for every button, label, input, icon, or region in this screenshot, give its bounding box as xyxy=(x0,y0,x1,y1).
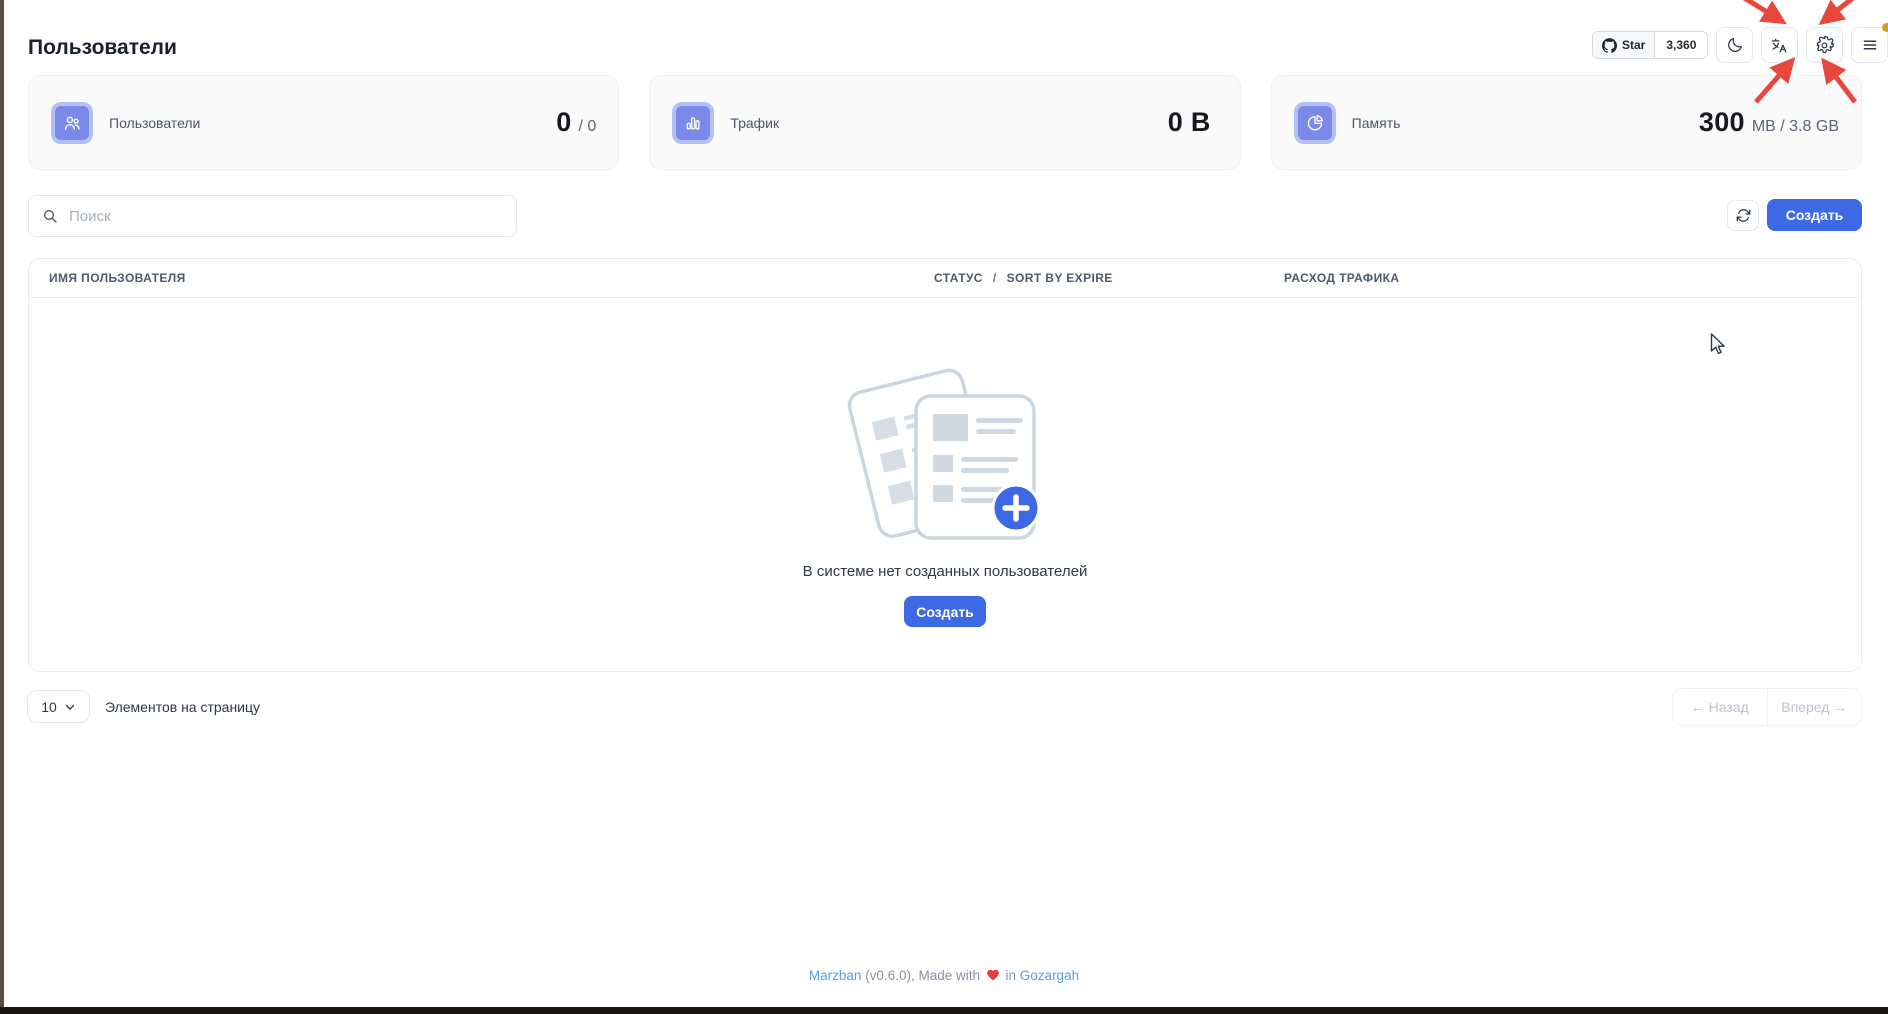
header-divider: / xyxy=(993,271,997,285)
header-actions: Star 3,360 xyxy=(1592,27,1888,63)
footer-version-text: (v0.6.0), Made with xyxy=(865,968,980,983)
column-header-traffic[interactable]: РАСХОД ТРАФИКА xyxy=(1284,271,1861,285)
chevron-down-icon xyxy=(64,701,76,713)
pagination-controls: ← Назад Вперед → xyxy=(1672,688,1862,726)
stat-value-main: 300 xyxy=(1699,107,1745,138)
heart-icon xyxy=(986,968,1000,982)
menu-button[interactable] xyxy=(1851,27,1888,63)
search-input[interactable] xyxy=(67,207,503,226)
page-size-value: 10 xyxy=(41,699,57,715)
search-icon xyxy=(42,208,58,224)
stat-icon-box xyxy=(1294,102,1336,144)
stats-row: Пользователи 0 / 0 Трафик 0 B Память 300 xyxy=(28,75,1862,170)
status-sort-label[interactable]: СТАТУС xyxy=(934,271,983,285)
column-header-username[interactable]: ИМЯ ПОЛЬЗОВАТЕЛЯ xyxy=(29,271,934,285)
github-star-label: Star xyxy=(1622,38,1645,52)
github-star-button[interactable]: Star 3,360 xyxy=(1592,31,1708,59)
next-button[interactable]: Вперед → xyxy=(1768,689,1862,725)
github-star-count: 3,360 xyxy=(1666,38,1696,52)
github-icon xyxy=(1602,38,1617,53)
table-header-row: ИМЯ ПОЛЬЗОВАТЕЛЯ СТАТУС / SORT BY EXPIRE Р… xyxy=(29,259,1861,298)
expire-sort-label[interactable]: SORT BY EXPIRE xyxy=(1007,271,1113,285)
memory-icon xyxy=(1305,113,1325,133)
refresh-icon xyxy=(1736,208,1751,223)
empty-illustration xyxy=(843,350,1048,540)
stat-value-main: 0 B xyxy=(1168,107,1211,138)
language-button[interactable] xyxy=(1761,27,1798,63)
left-edge-bar xyxy=(0,0,4,1014)
stat-icon-box xyxy=(672,102,714,144)
stat-value: 300 MB / 3.8 GB xyxy=(1699,107,1839,138)
gear-icon xyxy=(1815,36,1834,55)
stat-label: Трафик xyxy=(730,115,779,131)
empty-create-button[interactable]: Создать xyxy=(904,596,986,627)
dark-mode-button[interactable] xyxy=(1716,27,1753,63)
notification-dot xyxy=(1882,23,1888,32)
footer-link-gozargah[interactable]: Gozargah xyxy=(1020,968,1079,983)
page-size-select[interactable]: 10 xyxy=(27,690,90,723)
prev-button[interactable]: ← Назад xyxy=(1673,689,1768,725)
create-button[interactable]: Создать xyxy=(1767,199,1862,231)
stat-card-traffic: Трафик 0 B xyxy=(649,75,1240,170)
users-icon xyxy=(62,113,82,133)
menu-icon xyxy=(1861,36,1879,54)
users-table: ИМЯ ПОЛЬЗОВАТЕЛЯ СТАТУС / SORT BY EXPIRE Р… xyxy=(28,258,1862,672)
moon-icon xyxy=(1726,36,1744,54)
github-star-segment[interactable]: Star xyxy=(1593,32,1655,58)
empty-message: В системе нет созданных пользователей xyxy=(803,563,1088,580)
footer-in-text: in xyxy=(1006,968,1017,983)
footer: Marzban (v0.6.0), Made with in Gozargah xyxy=(0,968,1888,983)
search-box xyxy=(28,195,517,237)
stat-label: Пользователи xyxy=(109,115,200,131)
page-title: Пользователи xyxy=(28,36,177,60)
stat-icon-box xyxy=(51,102,93,144)
stat-value-suffix: MB / 3.8 GB xyxy=(1752,118,1839,136)
page-size-label: Элементов на страницу xyxy=(105,699,260,715)
column-header-status[interactable]: СТАТУС / SORT BY EXPIRE xyxy=(934,271,1284,285)
table-empty-state: В системе нет созданных пользователей Со… xyxy=(29,298,1861,627)
stat-label: Память xyxy=(1352,115,1401,131)
github-star-count-segment[interactable]: 3,360 xyxy=(1655,36,1707,54)
traffic-icon xyxy=(683,113,703,133)
refresh-button[interactable] xyxy=(1727,200,1759,231)
translate-icon xyxy=(1770,36,1789,55)
stat-card-memory: Память 300 MB / 3.8 GB xyxy=(1271,75,1862,170)
stat-value: 0 B xyxy=(1168,107,1218,138)
add-circle-icon xyxy=(993,485,1039,531)
stat-card-users: Пользователи 0 / 0 xyxy=(28,75,619,170)
stat-value-main: 0 xyxy=(556,107,571,138)
stat-value-suffix: / 0 xyxy=(579,118,597,136)
stat-value: 0 / 0 xyxy=(556,107,596,138)
settings-button[interactable] xyxy=(1806,27,1843,63)
bottom-edge-bar xyxy=(0,1007,1888,1014)
app-window: Пользователи Star 3,360 xyxy=(0,0,1888,1014)
footer-link-marzban[interactable]: Marzban xyxy=(809,968,862,983)
